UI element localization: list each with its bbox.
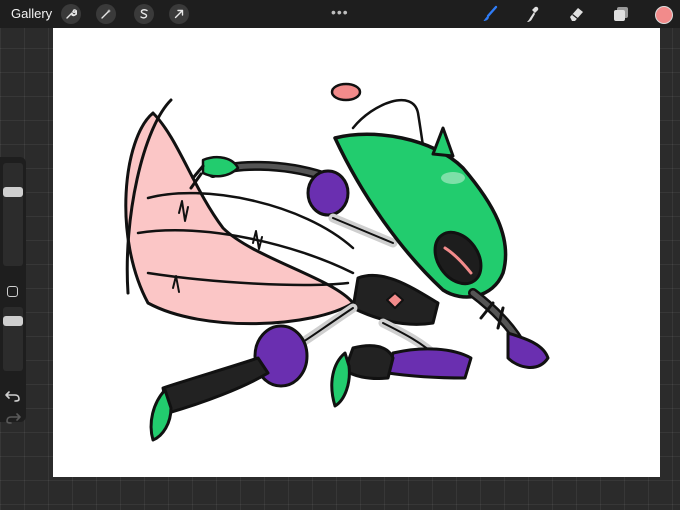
opacity-slider[interactable] xyxy=(3,307,23,371)
modifier-button[interactable] xyxy=(7,286,18,297)
selection-icon[interactable] xyxy=(134,4,154,24)
transform-arrow-icon[interactable] xyxy=(169,4,189,24)
smudge-icon[interactable] xyxy=(524,4,544,24)
left-sidebar xyxy=(0,157,26,425)
drawing-canvas[interactable] xyxy=(53,28,660,477)
layers-icon[interactable] xyxy=(611,4,631,24)
gallery-button[interactable]: Gallery xyxy=(11,6,52,21)
magic-wand-icon[interactable] xyxy=(96,4,116,24)
eraser-icon[interactable] xyxy=(566,4,586,24)
insect-robot-illustration xyxy=(124,82,550,442)
redo-icon[interactable] xyxy=(4,411,22,425)
more-options-button[interactable]: ••• xyxy=(331,4,349,20)
top-toolbar: Gallery ••• xyxy=(0,0,680,28)
wrench-icon[interactable] xyxy=(61,4,81,24)
brush-size-slider[interactable] xyxy=(3,163,23,266)
brush-icon[interactable] xyxy=(480,4,500,24)
opacity-thumb[interactable] xyxy=(3,316,23,326)
color-picker-swatch[interactable] xyxy=(655,6,673,24)
brush-size-thumb[interactable] xyxy=(3,187,23,197)
undo-icon[interactable] xyxy=(4,389,22,403)
